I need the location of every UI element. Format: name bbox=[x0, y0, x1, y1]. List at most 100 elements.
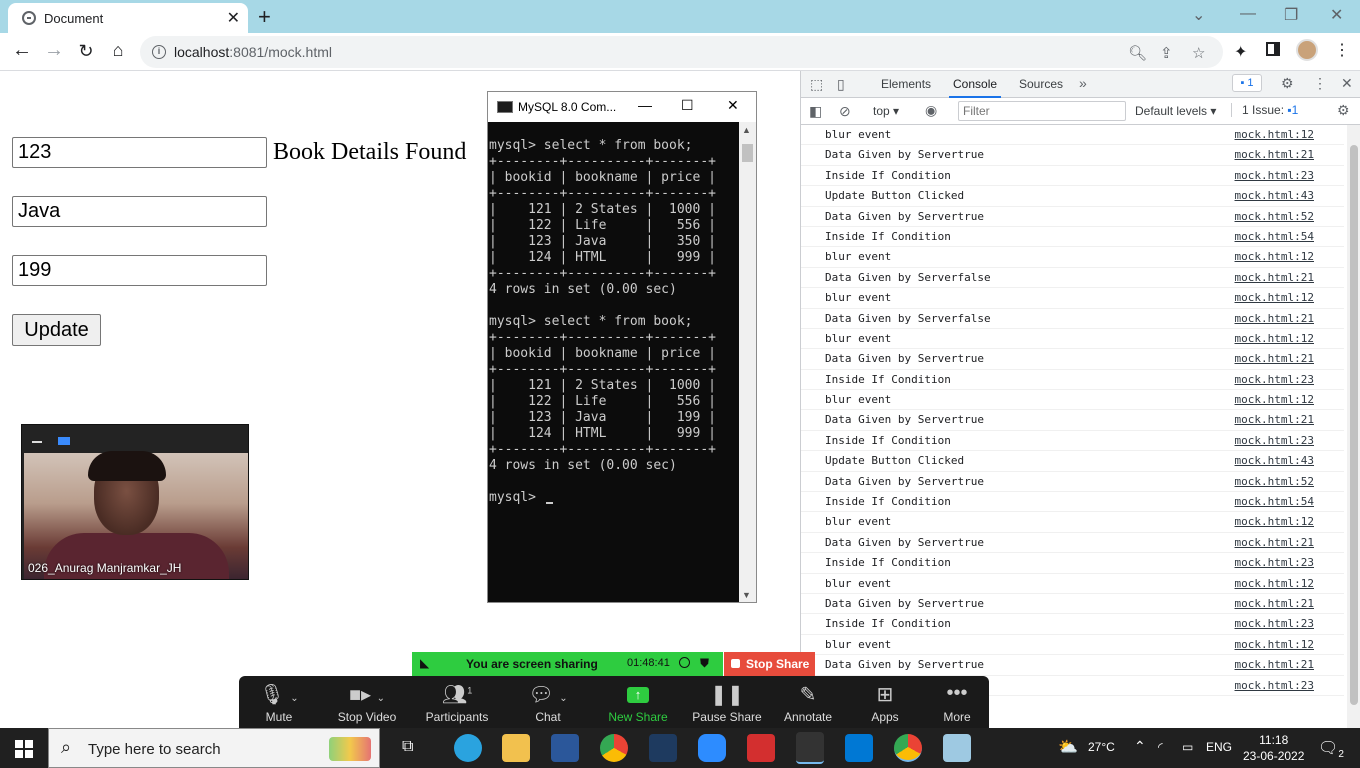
pause-share-button[interactable]: ❚❚ Pause Share bbox=[687, 676, 767, 728]
log-source-link[interactable]: mock.html:12 bbox=[1235, 577, 1314, 590]
console-titlebar[interactable]: MySQL 8.0 Com... — ☐ ✕ bbox=[488, 92, 756, 122]
log-source-link[interactable]: mock.html:21 bbox=[1235, 658, 1314, 671]
log-source-link[interactable]: mock.html:12 bbox=[1235, 128, 1314, 141]
log-source-link[interactable]: mock.html:21 bbox=[1235, 352, 1314, 365]
zoom-app-icon[interactable] bbox=[698, 734, 726, 762]
vscode-icon[interactable] bbox=[845, 734, 873, 762]
minimize-icon[interactable]: — bbox=[638, 97, 652, 113]
log-source-link[interactable]: mock.html:23 bbox=[1235, 617, 1314, 630]
mysql-taskbar-icon[interactable] bbox=[796, 732, 824, 764]
log-source-link[interactable]: mock.html:23 bbox=[1235, 434, 1314, 447]
console-scrollbar[interactable]: ▲ ▼ bbox=[739, 122, 756, 602]
log-source-link[interactable]: mock.html:54 bbox=[1235, 495, 1314, 508]
tab-search-icon[interactable]: ⌄ bbox=[1192, 5, 1205, 25]
book-price-input[interactable] bbox=[12, 255, 267, 286]
context-selector[interactable]: top ▾ bbox=[873, 104, 899, 118]
wifi-icon[interactable]: ◜ bbox=[1158, 740, 1163, 754]
video-thumbnail[interactable]: 026_Anurag Manjramkar_JH bbox=[21, 424, 249, 580]
address-bar[interactable]: i localhost:8081/mock.html 🔍︎ ⇪ ☆ bbox=[140, 36, 1223, 68]
log-source-link[interactable]: mock.html:12 bbox=[1235, 291, 1314, 304]
extensions-icon[interactable]: ✦ bbox=[1234, 42, 1247, 62]
browser-menu-icon[interactable]: ⋮ bbox=[1334, 40, 1350, 60]
log-source-link[interactable]: mock.html:12 bbox=[1235, 515, 1314, 528]
devtools-menu-icon[interactable]: ⋮ bbox=[1313, 75, 1327, 92]
book-name-input[interactable] bbox=[12, 196, 267, 227]
log-source-link[interactable]: mock.html:21 bbox=[1235, 597, 1314, 610]
clear-console-icon[interactable]: ⊘ bbox=[839, 103, 851, 120]
close-icon[interactable]: ✕ bbox=[727, 97, 739, 114]
log-source-link[interactable]: mock.html:43 bbox=[1235, 189, 1314, 202]
telegram-icon[interactable] bbox=[454, 734, 482, 762]
forward-icon[interactable]: → bbox=[42, 39, 66, 62]
site-info-icon[interactable]: i bbox=[152, 45, 166, 59]
annotate-button[interactable]: ✎ Annotate bbox=[768, 676, 848, 728]
chat-button[interactable]: 💬︎ ⌄ Chat bbox=[508, 676, 588, 728]
weather-icon[interactable]: ⛅ bbox=[1058, 737, 1078, 757]
log-source-link[interactable]: mock.html:23 bbox=[1235, 169, 1314, 182]
issues-counter[interactable]: ▪ 1 bbox=[1232, 74, 1262, 92]
update-button[interactable]: Update bbox=[12, 314, 101, 346]
log-source-link[interactable]: mock.html:21 bbox=[1235, 312, 1314, 325]
share-icon[interactable]: ⇪ bbox=[1160, 44, 1173, 62]
participants-button[interactable]: 👥︎1 Participants bbox=[417, 676, 497, 728]
log-source-link[interactable]: mock.html:52 bbox=[1235, 210, 1314, 223]
language-indicator[interactable]: ENG bbox=[1206, 740, 1232, 754]
back-icon[interactable]: ← bbox=[10, 39, 34, 62]
reload-icon[interactable]: ↻ bbox=[74, 41, 98, 62]
book-id-input[interactable] bbox=[12, 137, 267, 168]
word-icon[interactable] bbox=[551, 734, 579, 762]
close-devtools-icon[interactable]: ✕ bbox=[1341, 75, 1353, 92]
url-text[interactable]: localhost:8081/mock.html bbox=[174, 44, 332, 60]
log-source-link[interactable]: mock.html:54 bbox=[1235, 230, 1314, 243]
windows-start-icon[interactable] bbox=[15, 740, 33, 758]
log-source-link[interactable]: mock.html:12 bbox=[1235, 638, 1314, 651]
app-icon[interactable] bbox=[943, 734, 971, 762]
log-source-link[interactable]: mock.html:12 bbox=[1235, 393, 1314, 406]
log-source-link[interactable]: mock.html:23 bbox=[1235, 679, 1314, 692]
zoom-icon[interactable]: 🔍︎ bbox=[1128, 44, 1147, 62]
log-source-link[interactable]: mock.html:21 bbox=[1235, 413, 1314, 426]
minimize-video-icon[interactable] bbox=[32, 441, 42, 443]
tab-sources[interactable]: Sources bbox=[1019, 77, 1063, 91]
file-explorer-icon[interactable] bbox=[502, 734, 530, 762]
taskbar-search[interactable]: ⌕ Type here to search bbox=[48, 728, 380, 768]
close-window-icon[interactable]: ✕ bbox=[1330, 5, 1343, 25]
log-levels-dropdown[interactable]: Default levels ▾ bbox=[1135, 104, 1216, 118]
stop-video-button[interactable]: ■▸ ⌄ Stop Video bbox=[327, 676, 407, 728]
bookmark-star-icon[interactable]: ☆ bbox=[1192, 44, 1205, 62]
log-source-link[interactable]: mock.html:12 bbox=[1235, 332, 1314, 345]
console-filter-input[interactable] bbox=[958, 101, 1126, 121]
notifications-icon[interactable]: 🗨︎2 bbox=[1318, 738, 1344, 760]
tab-console[interactable]: Console bbox=[953, 77, 997, 91]
new-share-button[interactable]: ↑ New Share bbox=[598, 676, 678, 728]
chrome-icon[interactable] bbox=[600, 734, 628, 762]
log-source-link[interactable]: mock.html:21 bbox=[1235, 271, 1314, 284]
sidebar-toggle-icon[interactable]: ◧ bbox=[809, 103, 822, 120]
view-toggle-icon[interactable] bbox=[58, 437, 70, 445]
log-source-link[interactable]: mock.html:12 bbox=[1235, 250, 1314, 263]
scroll-thumb[interactable] bbox=[742, 144, 753, 162]
log-source-link[interactable]: mock.html:23 bbox=[1235, 556, 1314, 569]
inspect-icon[interactable]: ⬚ bbox=[810, 76, 823, 93]
console-settings-icon[interactable]: ⚙ bbox=[1337, 102, 1350, 119]
chrome-profile-icon[interactable] bbox=[894, 734, 922, 762]
battery-icon[interactable]: ▭ bbox=[1182, 740, 1193, 754]
restore-icon[interactable]: ❐ bbox=[1284, 5, 1298, 25]
scroll-up-icon[interactable]: ▲ bbox=[742, 125, 751, 135]
live-expression-eye-icon[interactable]: ◉ bbox=[925, 102, 937, 119]
mute-button[interactable]: 🎙︎ ⌄ Mute bbox=[239, 676, 319, 728]
issues-button[interactable]: 1 Issue: ▪1 bbox=[1231, 103, 1298, 117]
home-icon[interactable]: ⌂ bbox=[106, 40, 130, 61]
stop-share-button[interactable]: Stop Share bbox=[724, 652, 815, 676]
log-source-link[interactable]: mock.html:21 bbox=[1235, 536, 1314, 549]
scroll-down-icon[interactable]: ▼ bbox=[742, 590, 751, 600]
scroll-thumb[interactable] bbox=[1350, 145, 1358, 705]
acrobat-icon[interactable] bbox=[747, 734, 775, 762]
log-source-link[interactable]: mock.html:23 bbox=[1235, 373, 1314, 386]
console-scrollbar[interactable] bbox=[1347, 125, 1360, 728]
weather-temp[interactable]: 27°C bbox=[1088, 740, 1115, 754]
taskbar-clock[interactable]: 11:18 23-06-2022 bbox=[1243, 732, 1304, 764]
minimize-icon[interactable]: — bbox=[1240, 5, 1256, 23]
tab-elements[interactable]: Elements bbox=[881, 77, 931, 91]
mysql-console-window[interactable]: MySQL 8.0 Com... — ☐ ✕ mysql> select * f… bbox=[487, 91, 757, 603]
